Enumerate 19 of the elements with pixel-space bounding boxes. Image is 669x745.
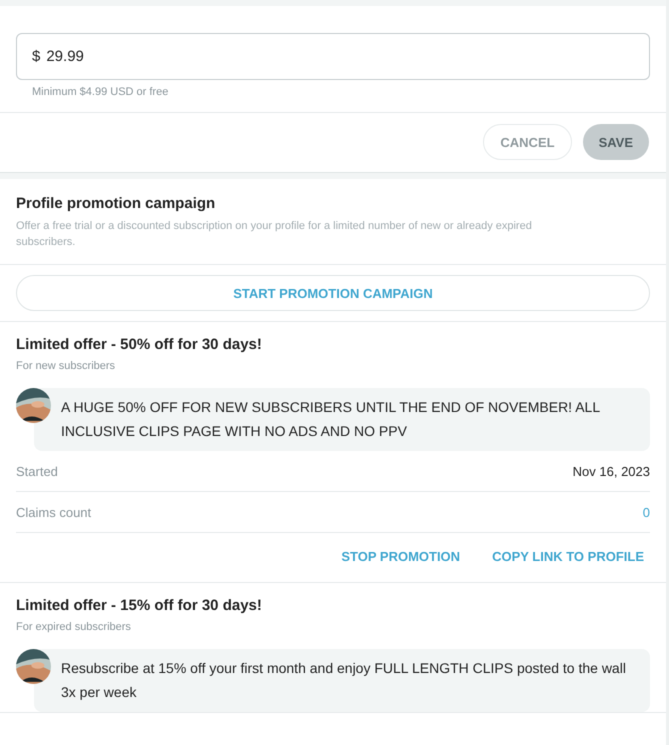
offer-message: A HUGE 50% OFF FOR NEW SUBSCRIBERS UNTIL THE END OF NOVEMBER! ALL INCLUSIVE CLIPS PAGE WITH NO ADS AND NO PPV: [34, 388, 650, 451]
offer-title: Limited offer - 15% off for 30 days!: [16, 597, 263, 614]
price-field[interactable]: $ 29.99: [16, 33, 650, 80]
action-button[interactable]: COPY LINK TO PROFILE: [486, 543, 650, 570]
currency-symbol: $: [32, 48, 40, 65]
offer-audience: For new subscribers: [16, 360, 116, 372]
detail-value: Nov 16, 2023: [572, 464, 650, 478]
detail-label: Claims count: [16, 504, 92, 520]
action-button[interactable]: STOP PROMOTION: [335, 543, 466, 570]
offer-audience: For expired subscribers: [16, 621, 132, 633]
section-description: Offer a free trial or a discounted subscription on your profile for a limited number of new or already expired subscribers.: [16, 219, 533, 250]
start-promotion-button[interactable]: START PROMOTION CAMPAIGN: [16, 275, 650, 311]
offer-title: Limited offer - 50% off for 30 days!: [16, 336, 263, 353]
price-value: 29.99: [46, 48, 84, 65]
claims-count-link[interactable]: 0: [642, 504, 650, 520]
field-hint: Minimum $4.99 USD or free: [0, 80, 666, 113]
detail-label: Started: [16, 464, 58, 478]
section-title: Profile promotion campaign: [16, 195, 216, 212]
offer-message: Resubscribe at 15% off your first month and enjoy FULL LENGTH CLIPS posted to the wall 3x per week: [34, 649, 650, 712]
